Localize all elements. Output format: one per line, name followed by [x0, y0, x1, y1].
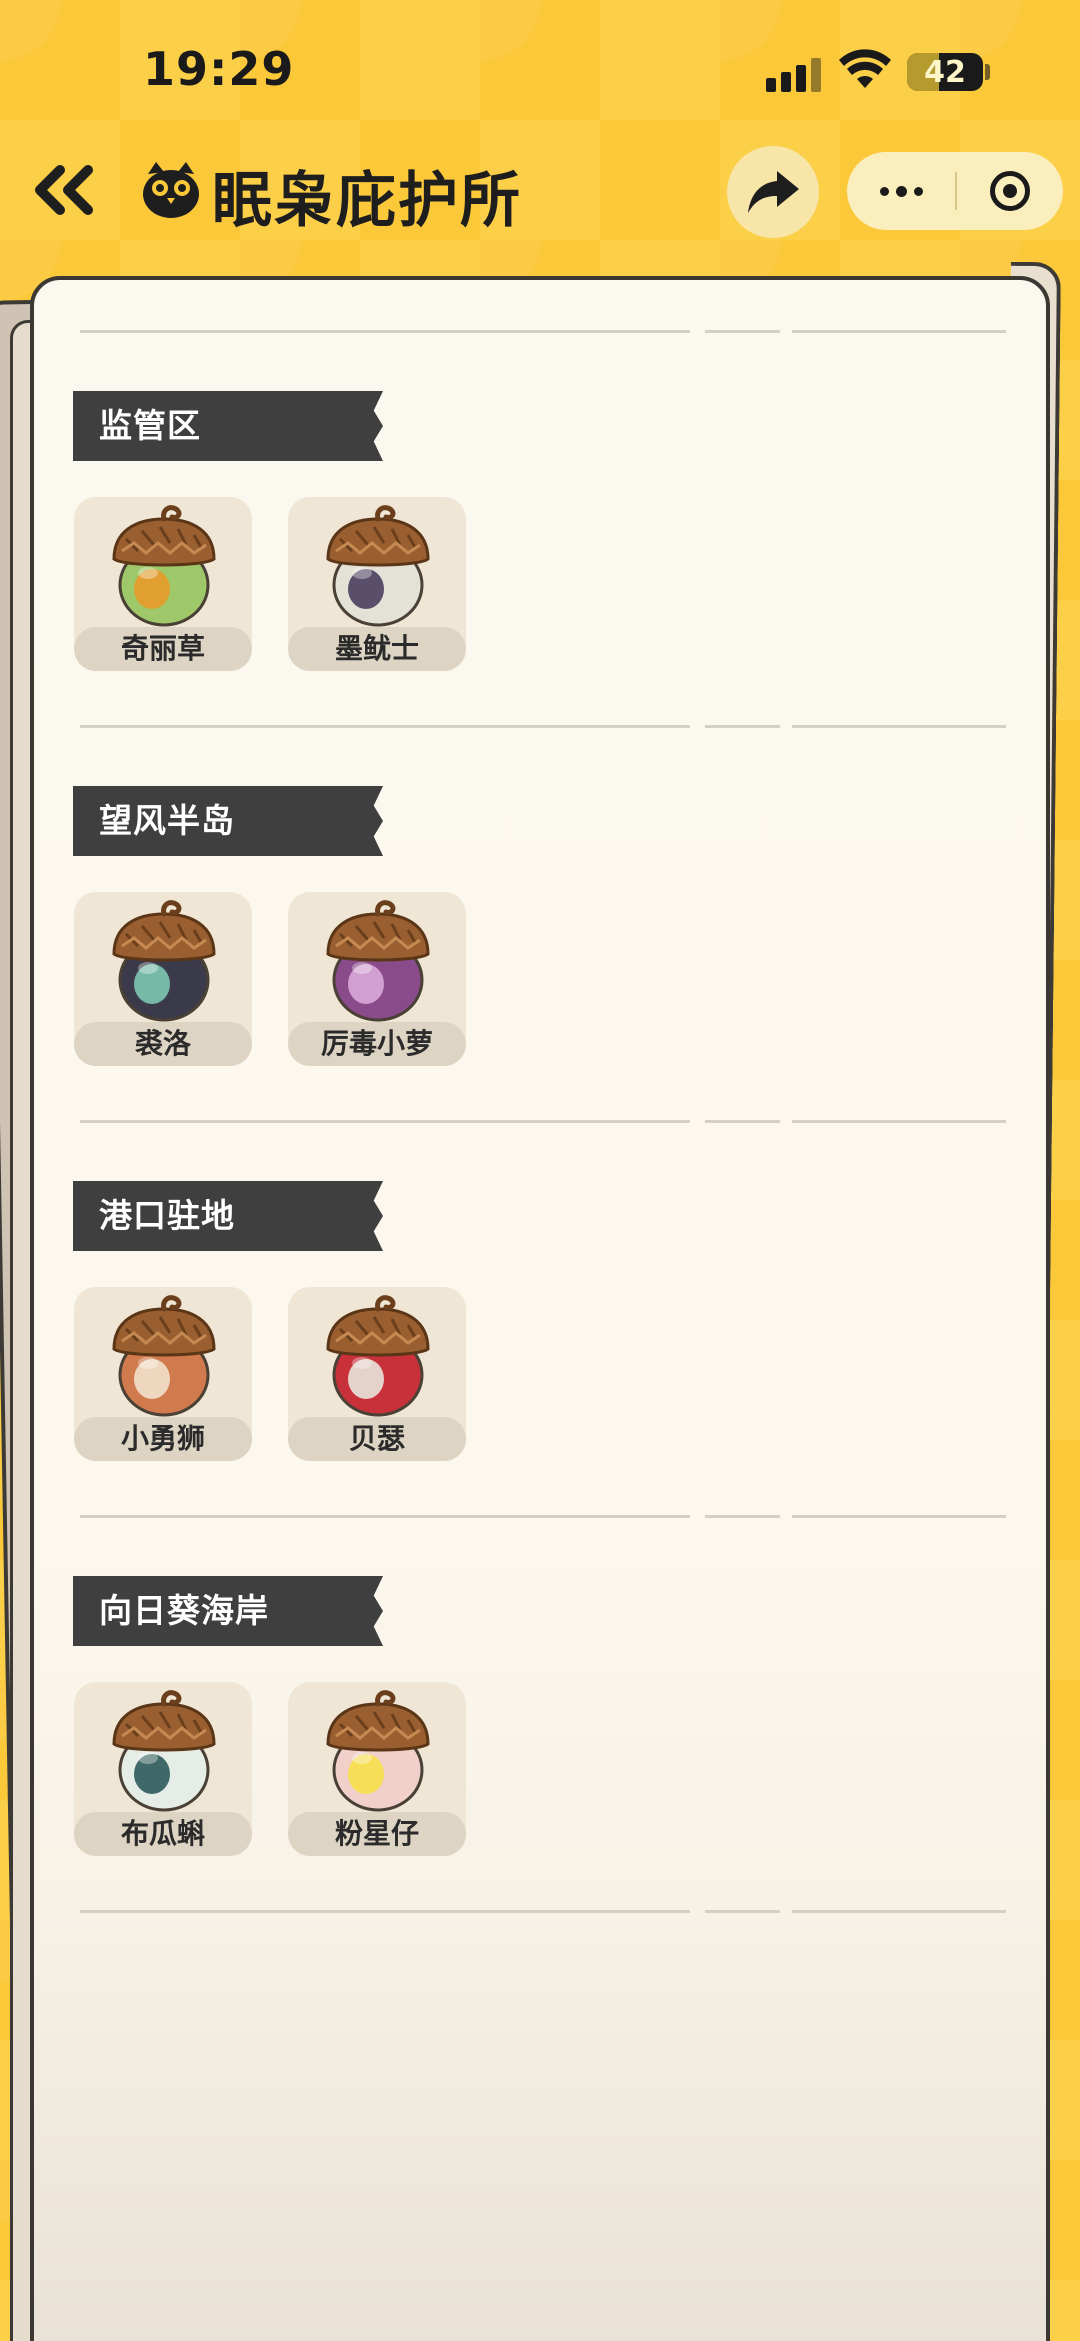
wifi-icon: [839, 49, 891, 88]
section-title: 向日葵海岸: [73, 1576, 383, 1646]
acorn-icon: [326, 505, 430, 627]
cellular-signal-icon: [766, 56, 822, 92]
close-mini-program-button[interactable]: [957, 152, 1063, 230]
section-divider: [80, 725, 1006, 728]
pet-card[interactable]: 布瓜蝌: [74, 1682, 252, 1856]
acorn-icon: [112, 505, 216, 627]
acorn-icon: [326, 1295, 430, 1417]
pet-card[interactable]: 小勇狮: [74, 1287, 252, 1461]
pet-name: 裘洛: [74, 1022, 252, 1066]
pet-card[interactable]: 厉毒小萝: [288, 892, 466, 1066]
section-divider: [80, 1910, 1006, 1913]
section-title: 港口驻地: [73, 1181, 383, 1251]
more-options-button[interactable]: [847, 152, 955, 230]
pet-name: 布瓜蝌: [74, 1812, 252, 1856]
pet-name: 厉毒小萝: [288, 1022, 466, 1066]
owl-logo-icon: [143, 162, 199, 218]
pet-name: 粉星仔: [288, 1812, 466, 1856]
pet-card[interactable]: 贝瑟: [288, 1287, 466, 1461]
section-divider: [80, 330, 1006, 333]
section-divider: [80, 1120, 1006, 1123]
acorn-icon: [326, 900, 430, 1022]
mini-program-capsule: [847, 152, 1063, 230]
status-bar: 19:29 42: [0, 0, 1080, 140]
acorn-icon: [112, 1690, 216, 1812]
pet-card[interactable]: 奇丽草: [74, 497, 252, 671]
section-divider: [80, 1515, 1006, 1518]
share-button[interactable]: [727, 146, 819, 238]
battery-level-text: 42: [924, 55, 966, 90]
status-time: 19:29: [143, 42, 295, 96]
page-title: 眠枭庇护所: [212, 166, 522, 236]
section-title: 监管区: [73, 391, 383, 461]
pet-name: 奇丽草: [74, 627, 252, 671]
battery-icon: 42: [907, 53, 983, 91]
pet-card[interactable]: 粉星仔: [288, 1682, 466, 1856]
double-chevron-left-icon[interactable]: [30, 160, 100, 220]
pet-name: 墨鱿士: [288, 627, 466, 671]
acorn-icon: [112, 900, 216, 1022]
share-arrow-icon: [748, 171, 799, 213]
pet-name: 小勇狮: [74, 1417, 252, 1461]
acorn-icon: [326, 1690, 430, 1812]
pet-card[interactable]: 裘洛: [74, 892, 252, 1066]
section-title: 望风半岛: [73, 786, 383, 856]
acorn-icon: [112, 1295, 216, 1417]
pet-card[interactable]: 墨鱿士: [288, 497, 466, 671]
pet-name: 贝瑟: [288, 1417, 466, 1461]
target-icon: [990, 171, 1030, 211]
